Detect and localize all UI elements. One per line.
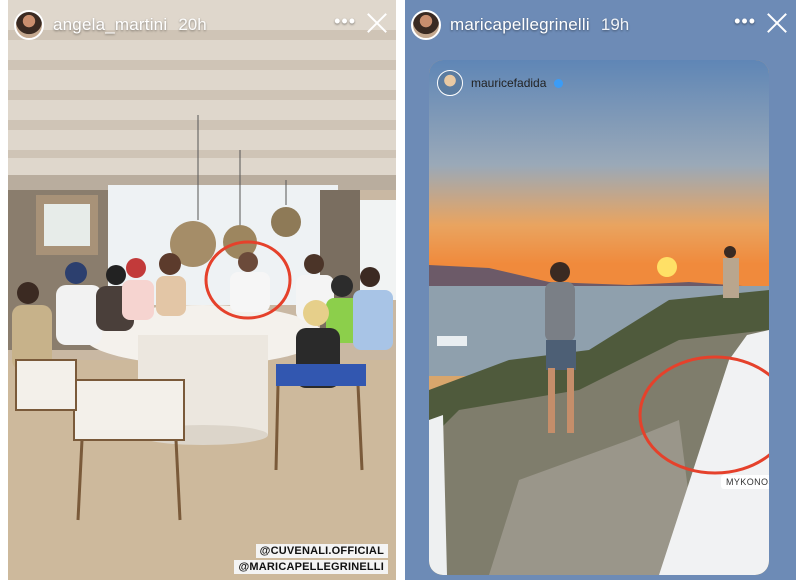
right-story-panel: maricapellegrinelli 19h ••• mauricefadid…	[405, 0, 796, 580]
mention-tag[interactable]: @MARICAPELLEGRINELLI	[234, 560, 388, 574]
mention-tag[interactable]: @CUVENALI.OFFICIAL	[255, 544, 388, 558]
timestamp: 19h	[600, 15, 630, 34]
avatar[interactable]	[14, 10, 44, 40]
avatar[interactable]	[411, 10, 441, 40]
close-icon[interactable]	[764, 10, 790, 36]
location-sticker[interactable]: MYKONOS	[721, 475, 769, 489]
mention-tags: @CUVENALI.OFFICIAL @MARICAPELLEGRINELLI	[234, 544, 388, 574]
reshared-post-card[interactable]: mauricefadida MYKONOS	[429, 60, 769, 575]
more-horizontal-icon[interactable]: •••	[734, 11, 756, 32]
more-horizontal-icon[interactable]: •••	[334, 11, 356, 32]
reshared-username[interactable]: mauricefadida	[471, 76, 546, 90]
right-story-header: maricapellegrinelli 19h •••	[405, 0, 796, 50]
left-story-header: angela_martini 20h •••	[8, 0, 396, 50]
avatar[interactable]	[437, 70, 463, 96]
username[interactable]: angela_martini	[53, 15, 167, 35]
timestamp: 20h	[178, 15, 207, 34]
reshared-post-header: mauricefadida	[437, 70, 564, 96]
sunset-photo	[429, 60, 769, 575]
dinner-photo	[8, 0, 396, 580]
username[interactable]: maricapellegrinelli	[450, 15, 590, 35]
verified-badge-icon	[554, 78, 564, 88]
close-icon[interactable]	[364, 10, 390, 36]
left-story-panel: angela_martini 20h ••• @CUVENALI.OFFICIA…	[8, 0, 396, 580]
